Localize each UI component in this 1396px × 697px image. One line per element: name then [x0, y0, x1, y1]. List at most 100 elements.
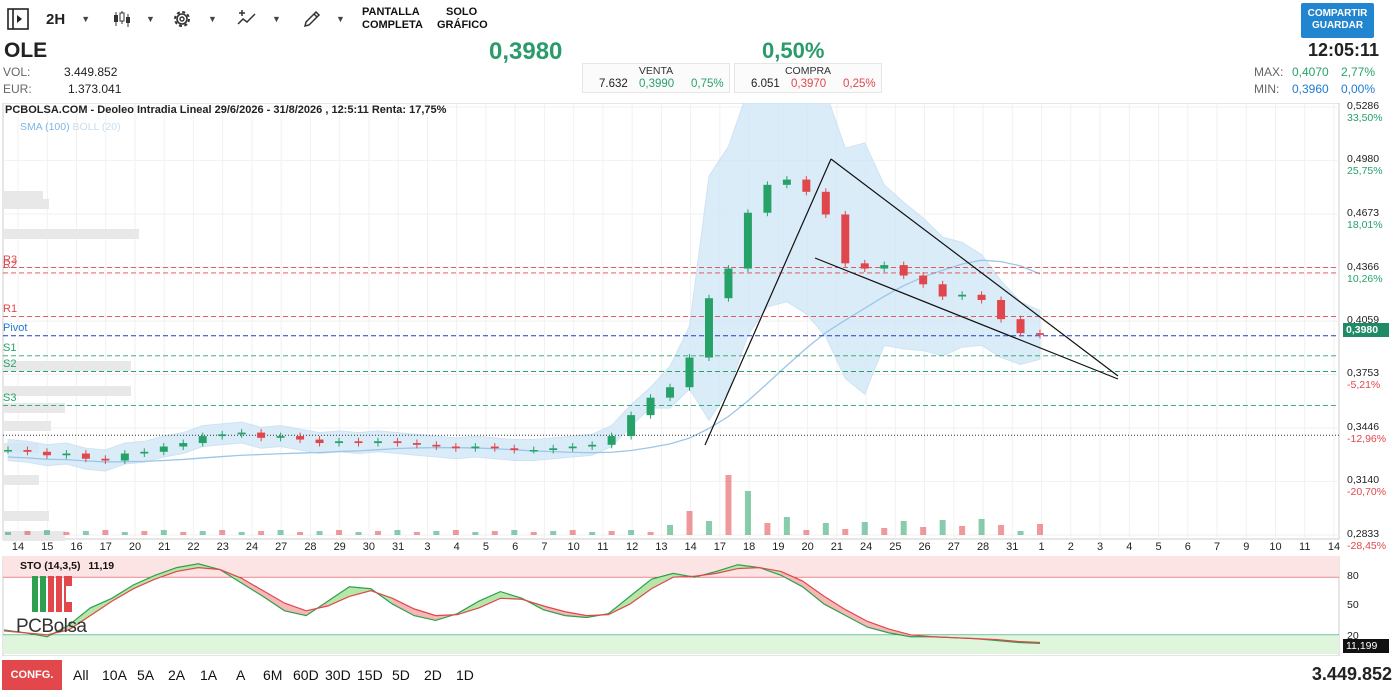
- indicators-selector[interactable]: ▼: [236, 6, 281, 32]
- range-button-5a[interactable]: 5A: [137, 667, 154, 683]
- volume-profile-bar: [3, 386, 131, 396]
- date-tick: 6: [1184, 541, 1191, 553]
- range-button-all[interactable]: All: [73, 667, 89, 683]
- volume-bar: [199, 531, 206, 535]
- range-button-2d[interactable]: 2D: [424, 667, 442, 683]
- volume-bar: [705, 521, 712, 535]
- date-tick: 13: [655, 541, 668, 553]
- panel-toggle-icon: [7, 8, 29, 30]
- chart-only-label-2: GRÁFICO: [437, 19, 488, 31]
- range-button-5d[interactable]: 5D: [392, 667, 410, 683]
- volume-bar: [336, 530, 343, 535]
- indicators-icon: [237, 10, 256, 25]
- candle-body: [451, 446, 460, 449]
- range-button-15d[interactable]: 15D: [357, 667, 383, 683]
- fullscreen-button[interactable]: PANTALLA COMPLETA: [362, 6, 423, 32]
- candle-body: [938, 284, 947, 297]
- range-button-1a[interactable]: 1A: [200, 667, 217, 683]
- volume-bar: [783, 517, 790, 535]
- oversold-zone: [3, 634, 1339, 654]
- range-button-30d[interactable]: 30D: [325, 667, 351, 683]
- volume-profile-bar: [3, 421, 51, 431]
- price-tick: 0,4980: [1347, 153, 1380, 166]
- volume-bar: [180, 532, 187, 535]
- date-tick: 22: [187, 541, 200, 553]
- sell-qty: 7.632: [599, 78, 628, 90]
- percent-tick: -28,45%: [1347, 540, 1387, 552]
- range-button-1d[interactable]: 1D: [456, 667, 474, 683]
- candle-body: [257, 432, 266, 438]
- volume-bar: [1017, 531, 1024, 535]
- draw-tools-selector[interactable]: ▼: [302, 6, 345, 32]
- volume-bar: [550, 531, 557, 535]
- share-label: COMPARTIR: [1307, 8, 1368, 19]
- date-tick: 14: [11, 541, 25, 553]
- volume-bar: [121, 532, 128, 535]
- sma-legend: SMA (100): [20, 121, 70, 133]
- candle-body: [743, 212, 752, 269]
- sto-level-80: 80: [1347, 570, 1359, 582]
- stochastic-chart[interactable]: [0, 556, 1396, 656]
- range-button-2a[interactable]: 2A: [168, 667, 185, 683]
- chart-type-selector[interactable]: ▼: [112, 6, 155, 32]
- candle-body: [23, 450, 32, 452]
- volume-bar: [374, 531, 381, 535]
- candle-body: [588, 444, 597, 447]
- volume-bar: [433, 531, 440, 535]
- candle-body: [179, 443, 188, 447]
- stochastic-label: STO (14,3,5): [20, 560, 81, 572]
- interval-selector[interactable]: 2H ▼: [46, 6, 90, 32]
- date-tick: 14: [684, 541, 697, 553]
- price-chart[interactable]: [0, 103, 1396, 557]
- range-button-60d[interactable]: 60D: [293, 667, 319, 683]
- stochastic-tag: 11,199: [1343, 639, 1389, 653]
- percent-tick: -12,96%: [1347, 433, 1387, 446]
- buy-qty: 6.051: [751, 78, 780, 90]
- range-button-10a[interactable]: 10A: [102, 667, 127, 683]
- config-button[interactable]: CONFG.: [2, 660, 62, 690]
- range-button-a[interactable]: A: [236, 667, 245, 683]
- interval-label: 2H: [46, 10, 66, 28]
- date-tick: 11: [1299, 541, 1311, 553]
- date-tick: 17: [99, 541, 112, 553]
- percent-tick: 33,50%: [1347, 112, 1383, 124]
- chart-only-button[interactable]: SOLO GRÁFICO: [437, 6, 488, 32]
- last-price: 0,3980: [489, 38, 563, 65]
- percent-tick: 18,01%: [1347, 218, 1383, 231]
- chevron-down-icon: ▼: [272, 14, 281, 24]
- candle-body: [646, 397, 655, 416]
- settings-selector[interactable]: ▼: [170, 6, 217, 32]
- volume-bar: [569, 530, 576, 535]
- pivot-label: S3: [3, 391, 17, 404]
- candle-body: [821, 191, 830, 215]
- date-tick: 27: [275, 541, 288, 553]
- volume-bar: [744, 491, 751, 535]
- volume-bar: [589, 532, 596, 535]
- candle-body: [607, 436, 616, 445]
- date-tick: 3: [1096, 541, 1104, 553]
- percent-tick: -5,21%: [1347, 379, 1381, 392]
- range-button-6m[interactable]: 6M: [263, 667, 282, 683]
- price-tick: 0,4673: [1347, 206, 1380, 219]
- date-tick: 10: [567, 541, 580, 553]
- date-tick: 4: [1126, 541, 1133, 553]
- percent-tick: 10,26%: [1347, 272, 1383, 285]
- stochastic-legend: STO (14,3,5) 11,19: [20, 560, 114, 572]
- volume-profile-bar: [3, 475, 39, 485]
- stochastic-value: 11,19: [88, 560, 115, 572]
- panel-toggle-button[interactable]: [6, 6, 30, 32]
- candle-body: [335, 441, 344, 444]
- date-tick: 24: [859, 541, 873, 553]
- fullscreen-label-1: PANTALLA: [362, 6, 420, 18]
- share-save-button[interactable]: COMPARTIR GUARDAR: [1301, 3, 1374, 38]
- volume-bar: [472, 532, 479, 535]
- volume-bar: [939, 520, 946, 535]
- buy-label: COMPRA: [784, 65, 832, 77]
- change-percent: 0,50%: [762, 38, 825, 63]
- volume-bar: [238, 532, 245, 535]
- sto-level-50: 50: [1347, 599, 1359, 611]
- buy-price: 0,3970: [791, 78, 827, 90]
- volume-bar: [219, 530, 226, 535]
- date-tick: 4: [453, 541, 460, 553]
- chevron-down-icon: ▼: [81, 14, 91, 24]
